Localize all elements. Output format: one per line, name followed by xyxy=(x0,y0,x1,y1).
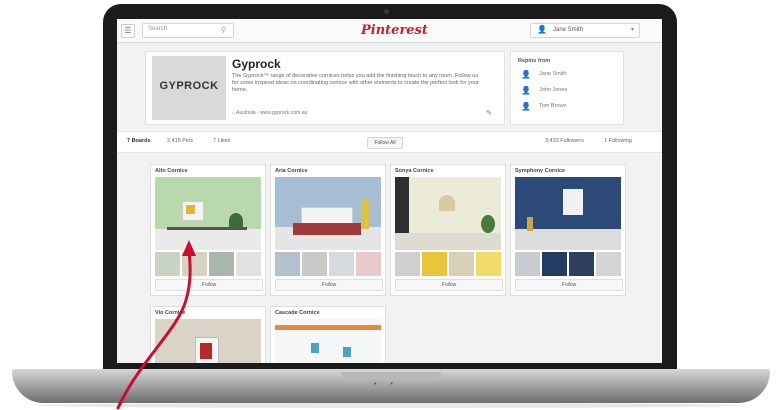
board-title: Alto Cornice xyxy=(155,168,188,174)
person-icon: 👤 xyxy=(521,70,531,79)
board-thumbnail xyxy=(569,252,594,276)
board-thumbnail xyxy=(275,252,300,276)
tab-pins[interactable]: 2,415 Pins xyxy=(167,138,193,144)
user-menu-button[interactable]: 👤 Jane Smith ▾ xyxy=(530,23,640,38)
board-card[interactable]: Vio Cornice xyxy=(150,306,266,363)
profile-location[interactable]: ⌂ Australia · www.gyprock.com.au xyxy=(232,110,307,116)
board-cover-image xyxy=(275,319,381,363)
board-thumbnail xyxy=(356,252,381,276)
menu-icon[interactable]: ☰ xyxy=(121,24,135,38)
repin-person-name: Jane Smith xyxy=(539,71,567,77)
profile-name: Gyprock xyxy=(232,57,281,71)
board-follow-button[interactable]: Follow xyxy=(395,279,503,291)
board-thumbnails xyxy=(395,252,501,276)
tab-following[interactable]: 1 Following xyxy=(604,138,632,144)
board-thumbnails xyxy=(275,252,381,276)
profile-logo: GYPROCK xyxy=(152,56,226,120)
board-follow-button[interactable]: Follow xyxy=(275,279,383,291)
board-follow-button[interactable]: Follow xyxy=(155,279,263,291)
user-name: Jane Smith xyxy=(553,27,584,33)
board-thumbnail xyxy=(542,252,567,276)
browser-screen: ☰ Search ⚲ Pinterest 👤 Jane Smith ▾ GYPR… xyxy=(117,19,662,363)
profile-tabs: 7 Boards 2,415 Pins 7 Likes Follow All 3… xyxy=(117,131,662,153)
person-icon: 👤 xyxy=(521,86,531,95)
follow-all-button[interactable]: Follow All xyxy=(367,137,403,149)
board-title: Aria Cornice xyxy=(275,168,308,174)
board-cover-image xyxy=(155,177,261,250)
board-card[interactable]: Cascade Cornice xyxy=(270,306,386,363)
board-card[interactable]: Sonya Cornice Follow xyxy=(390,164,506,296)
board-thumbnails xyxy=(155,252,261,276)
board-cover-image xyxy=(515,177,621,250)
cover-artwork xyxy=(563,189,583,215)
laptop-shadow xyxy=(40,403,742,408)
cover-lamp xyxy=(361,199,369,229)
board-thumbnail xyxy=(302,252,327,276)
profile-logo-text: GYPROCK xyxy=(159,80,219,92)
board-thumbnail xyxy=(422,252,447,276)
cover-plant xyxy=(481,215,495,233)
board-follow-button[interactable]: Follow xyxy=(515,279,623,291)
cover-lamp xyxy=(527,217,533,231)
repin-person-name: John Jones xyxy=(539,87,568,93)
board-card[interactable]: Symphony Cornice Follow xyxy=(510,164,626,296)
board-thumbnail xyxy=(395,252,420,276)
cover-floor xyxy=(515,229,621,250)
cover-shelf xyxy=(167,227,247,230)
repin-person-name: Tom Brown xyxy=(539,103,567,109)
cover-detail xyxy=(343,347,351,357)
board-thumbnail xyxy=(596,252,621,276)
chevron-down-icon: ▾ xyxy=(630,27,634,33)
board-title: Cascade Cornice xyxy=(275,310,320,316)
cover-art-detail xyxy=(186,205,195,214)
board-card[interactable]: Aria Cornice Follow xyxy=(270,164,386,296)
board-title: Vio Cornice xyxy=(155,310,186,316)
tab-boards[interactable]: 7 Boards xyxy=(127,138,151,144)
profile-location-text: Australia · www.gyprock.com.au xyxy=(236,110,308,116)
repins-card: Repins from 👤 Jane Smith 👤 John Jones 👤 … xyxy=(510,51,624,125)
pinterest-logo[interactable]: Pinterest xyxy=(361,23,428,38)
cover-detail xyxy=(311,343,319,353)
board-thumbnails xyxy=(515,252,621,276)
cover-floor xyxy=(395,233,501,250)
user-icon: 👤 xyxy=(537,25,547,34)
board-thumbnail xyxy=(209,252,234,276)
board-thumbnail xyxy=(236,252,261,276)
cover-bed xyxy=(293,223,361,235)
search-placeholder: Search xyxy=(148,26,168,32)
board-thumbnail xyxy=(182,252,207,276)
board-cover-image xyxy=(155,319,261,363)
board-thumbnail xyxy=(515,252,540,276)
cover-pendant-lamp xyxy=(439,195,455,211)
board-card[interactable]: Alto Cornice Follow xyxy=(150,164,266,296)
top-bar: ☰ Search ⚲ Pinterest 👤 Jane Smith ▾ xyxy=(117,19,662,43)
profile-description: The Gyprock™ range of decorative cornice… xyxy=(232,73,479,93)
tab-likes[interactable]: 7 Likes xyxy=(213,138,230,144)
board-thumbnail xyxy=(449,252,474,276)
edit-profile-icon[interactable]: ✎ xyxy=(486,109,492,117)
board-title: Symphony Cornice xyxy=(515,168,566,174)
person-icon: 👤 xyxy=(521,102,531,111)
board-title: Sonya Cornice xyxy=(395,168,434,174)
cover-floor xyxy=(155,229,261,250)
repins-title: Repins from xyxy=(518,58,551,64)
board-thumbnail xyxy=(476,252,501,276)
laptop-indicator-lights: • • xyxy=(374,381,399,388)
cover-art-detail xyxy=(200,343,212,359)
board-cover-image xyxy=(275,177,381,250)
board-cover-image xyxy=(395,177,501,250)
search-icon: ⚲ xyxy=(221,27,227,34)
board-thumbnail xyxy=(329,252,354,276)
cover-cornice-band xyxy=(275,325,381,330)
laptop-notch xyxy=(341,372,441,380)
search-input[interactable]: Search ⚲ xyxy=(142,23,234,38)
webcam-icon xyxy=(384,9,389,14)
board-thumbnail xyxy=(155,252,180,276)
tab-followers[interactable]: 3,433 Followers xyxy=(545,138,584,144)
profile-card: GYPROCK Gyprock The Gyprock™ range of de… xyxy=(145,51,505,125)
